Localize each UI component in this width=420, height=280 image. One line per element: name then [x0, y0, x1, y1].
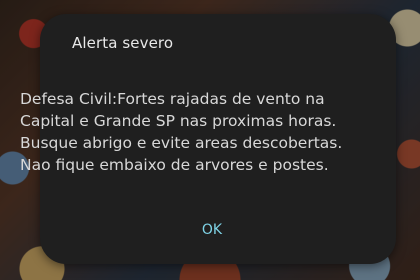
message-line: Capital e Grande SP nas proximas horas. [20, 112, 337, 130]
dialog-title: Alerta severo [72, 34, 174, 52]
dialog-message: Defesa Civil:Fortes rajadas de vento na … [20, 88, 396, 176]
message-line: Defesa Civil:Fortes rajadas de vento na [20, 90, 325, 108]
ok-button[interactable]: OK [190, 218, 234, 242]
message-line: Nao fique embaixo de arvores e postes. [20, 156, 329, 174]
message-line: Busque abrigo e evite areas descobertas. [20, 134, 343, 152]
alert-dialog: Alerta severo Defesa Civil:Fortes rajada… [20, 14, 396, 264]
